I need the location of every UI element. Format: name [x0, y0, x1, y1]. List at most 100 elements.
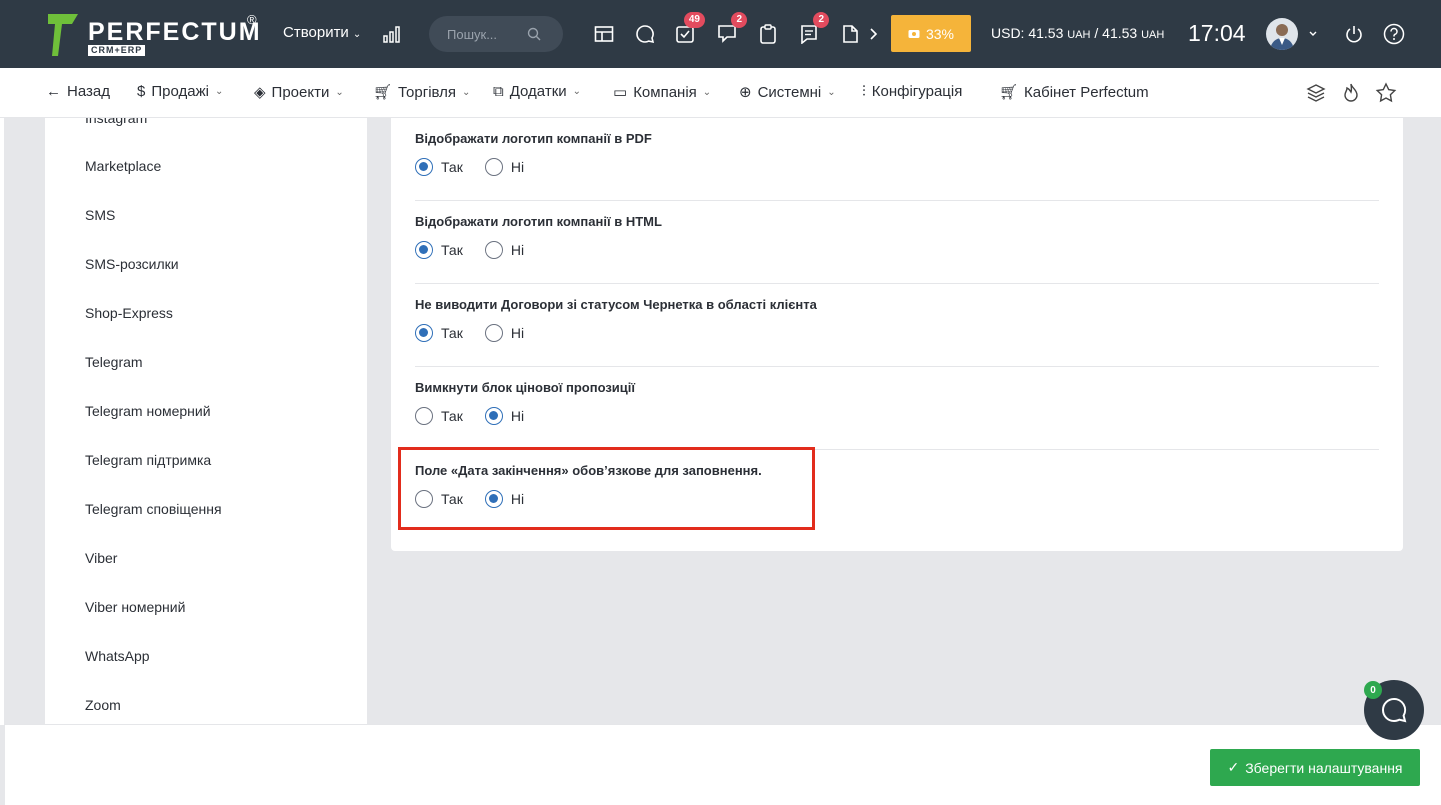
sidebar-item-zoom[interactable]: Zoom [85, 697, 121, 713]
sidebar-item-viber[interactable]: Viber [85, 550, 117, 566]
save-settings-label: Зберегти налаштування [1245, 759, 1403, 776]
highlight-box [398, 447, 815, 530]
table-icon[interactable] [590, 20, 618, 48]
sidebar-item-whatsapp[interactable]: WhatsApp [85, 648, 150, 664]
radio-yes[interactable] [415, 407, 433, 425]
dollar-icon: $ [137, 83, 146, 100]
search-box[interactable] [429, 16, 563, 52]
chevron-down-icon: ⌄ [352, 29, 362, 40]
sidebar-item-instagram[interactable]: Instagram [85, 118, 147, 126]
chat-icon[interactable] [631, 20, 659, 48]
nav-back[interactable]: ← Назад [46, 83, 110, 100]
radio-no[interactable] [484, 324, 503, 342]
sidebar-item-telegram-support[interactable]: Telegram підтримка [85, 452, 211, 468]
clipboard-icon[interactable] [754, 20, 782, 48]
brand-registered: ® [247, 12, 257, 27]
radio-no-label[interactable]: Ні [511, 159, 524, 175]
radio-no-label[interactable]: Ні [511, 325, 524, 341]
search-icon [527, 27, 541, 41]
chevron-down-icon: ⌄ [335, 86, 344, 98]
chevron-down-icon[interactable] [1301, 20, 1325, 48]
chevron-right-icon[interactable] [864, 20, 884, 48]
sidebar-item-marketplace[interactable]: Marketplace [85, 158, 161, 174]
radio-no[interactable] [484, 158, 503, 176]
sidebar-item-telegram-number[interactable]: Telegram номерний [85, 403, 211, 419]
radio-yes[interactable] [415, 324, 433, 342]
radio-group: Так Ні [415, 158, 546, 176]
nav-company[interactable]: ▭ Компанія ⌄ [613, 83, 711, 102]
chevron-down-icon: ⌄ [827, 86, 836, 98]
setting-label: Не виводити Договори зі статусом Чернетк… [415, 297, 817, 312]
progress-badge[interactable]: 33% [891, 15, 971, 52]
document-icon[interactable] [836, 20, 864, 48]
chevron-down-icon: ⌄ [462, 86, 471, 98]
save-settings-button[interactable]: ✓ Зберегти налаштування [1210, 749, 1420, 786]
sidebar-item-telegram[interactable]: Telegram [85, 354, 143, 370]
sidebar-item-viber-number[interactable]: Viber номерний [85, 599, 185, 615]
globe-icon: ⊕ [739, 84, 752, 101]
check-icon: ✓ [1227, 759, 1240, 775]
left-edge [0, 118, 4, 725]
nav-cabinet-label: Кабінет Perfectum [1024, 83, 1149, 101]
nav-addons[interactable]: ⧉ Додатки ⌄ [493, 83, 581, 100]
radio-no[interactable] [484, 241, 503, 259]
currency-rate: USD: 41.53 UAH / 41.53 UAH [991, 25, 1164, 41]
radio-group: Так Ні [415, 407, 546, 425]
nav-sales[interactable]: $ Продажі ⌄ [137, 83, 223, 100]
sidebar-item-sms[interactable]: SMS [85, 207, 115, 223]
power-icon[interactable] [1340, 20, 1368, 48]
sidebar-item-telegram-notifications[interactable]: Telegram сповіщення [85, 501, 222, 517]
nav-system[interactable]: ⊕ Системні ⌄ [739, 83, 836, 102]
messages-badge: 2 [813, 12, 829, 28]
radio-yes-label[interactable]: Так [441, 408, 463, 424]
brand-name: PERFECTUM [88, 18, 262, 46]
fire-icon[interactable] [1340, 82, 1362, 104]
create-menu[interactable]: Створити ⌄ [283, 24, 361, 41]
radio-yes[interactable] [415, 241, 433, 259]
radio-yes-label[interactable]: Так [441, 242, 463, 258]
nav-cabinet[interactable]: 🛒︎ Кабінет Perfectum [999, 83, 1149, 102]
setting-label: Відображати логотип компанії в PDF [415, 131, 652, 146]
search-input[interactable] [447, 26, 527, 42]
nav-config[interactable]: ⫶ Конфігурація [862, 83, 962, 100]
nav-back-label: Назад [67, 83, 110, 100]
setting-disable-price-block: Вимкнути блок цінової пропозиції Так Ні [415, 367, 1379, 450]
radio-yes[interactable] [415, 158, 433, 176]
cart-icon: 🛒︎ [373, 84, 393, 101]
radio-yes-label[interactable]: Так [441, 159, 463, 175]
radio-no-label[interactable]: Ні [511, 408, 524, 424]
star-icon[interactable] [1375, 82, 1397, 104]
nav-projects[interactable]: ◈ Проекти ⌄ [254, 83, 344, 102]
help-icon[interactable] [1380, 20, 1408, 48]
radio-yes-label[interactable]: Так [441, 325, 463, 341]
layers-icon[interactable] [1305, 82, 1327, 104]
messages-icon[interactable]: 2 [795, 12, 829, 48]
stats-icon[interactable] [379, 20, 407, 48]
radio-group: Так Ні [415, 324, 546, 342]
setting-label: Відображати логотип компанії в HTML [415, 214, 662, 229]
nav-trade[interactable]: 🛒︎ Торгівля ⌄ [373, 83, 471, 102]
radio-no-label[interactable]: Ні [511, 242, 524, 258]
perfectum-logo-icon [48, 14, 78, 56]
nav-sales-label: Продажі [151, 83, 209, 100]
brand-sub: CRM+ERP [88, 45, 146, 56]
tasks-icon[interactable]: 49 [671, 12, 705, 48]
nav-company-label: Компанія [633, 83, 697, 101]
notifications-badge: 2 [731, 12, 747, 28]
tasks-badge: 49 [683, 12, 705, 28]
sidebar-item-shop-express[interactable]: Shop-Express [85, 305, 173, 321]
avatar[interactable] [1266, 18, 1298, 50]
create-label: Створити [283, 24, 349, 41]
notifications-icon[interactable]: 2 [713, 12, 747, 48]
radio-group: Так Ні [415, 241, 546, 259]
logo[interactable]: PERFECTUM ® CRM+ERP [46, 12, 266, 58]
rate-usd: USD: 41.53 [991, 25, 1064, 41]
rate-uah-1: UAH [1067, 29, 1091, 41]
rate-sep: / 41.53 [1090, 25, 1138, 41]
nav-config-label: Конфігурація [871, 83, 963, 100]
nav-trade-label: Торгівля [398, 83, 457, 101]
radio-no[interactable] [484, 407, 503, 425]
setting-hide-draft-contracts: Не виводити Договори зі статусом Чернетк… [415, 284, 1379, 367]
sidebar-item-sms-mailing[interactable]: SMS-розсилки [85, 256, 179, 272]
copy-icon: ⧉ [493, 83, 504, 100]
